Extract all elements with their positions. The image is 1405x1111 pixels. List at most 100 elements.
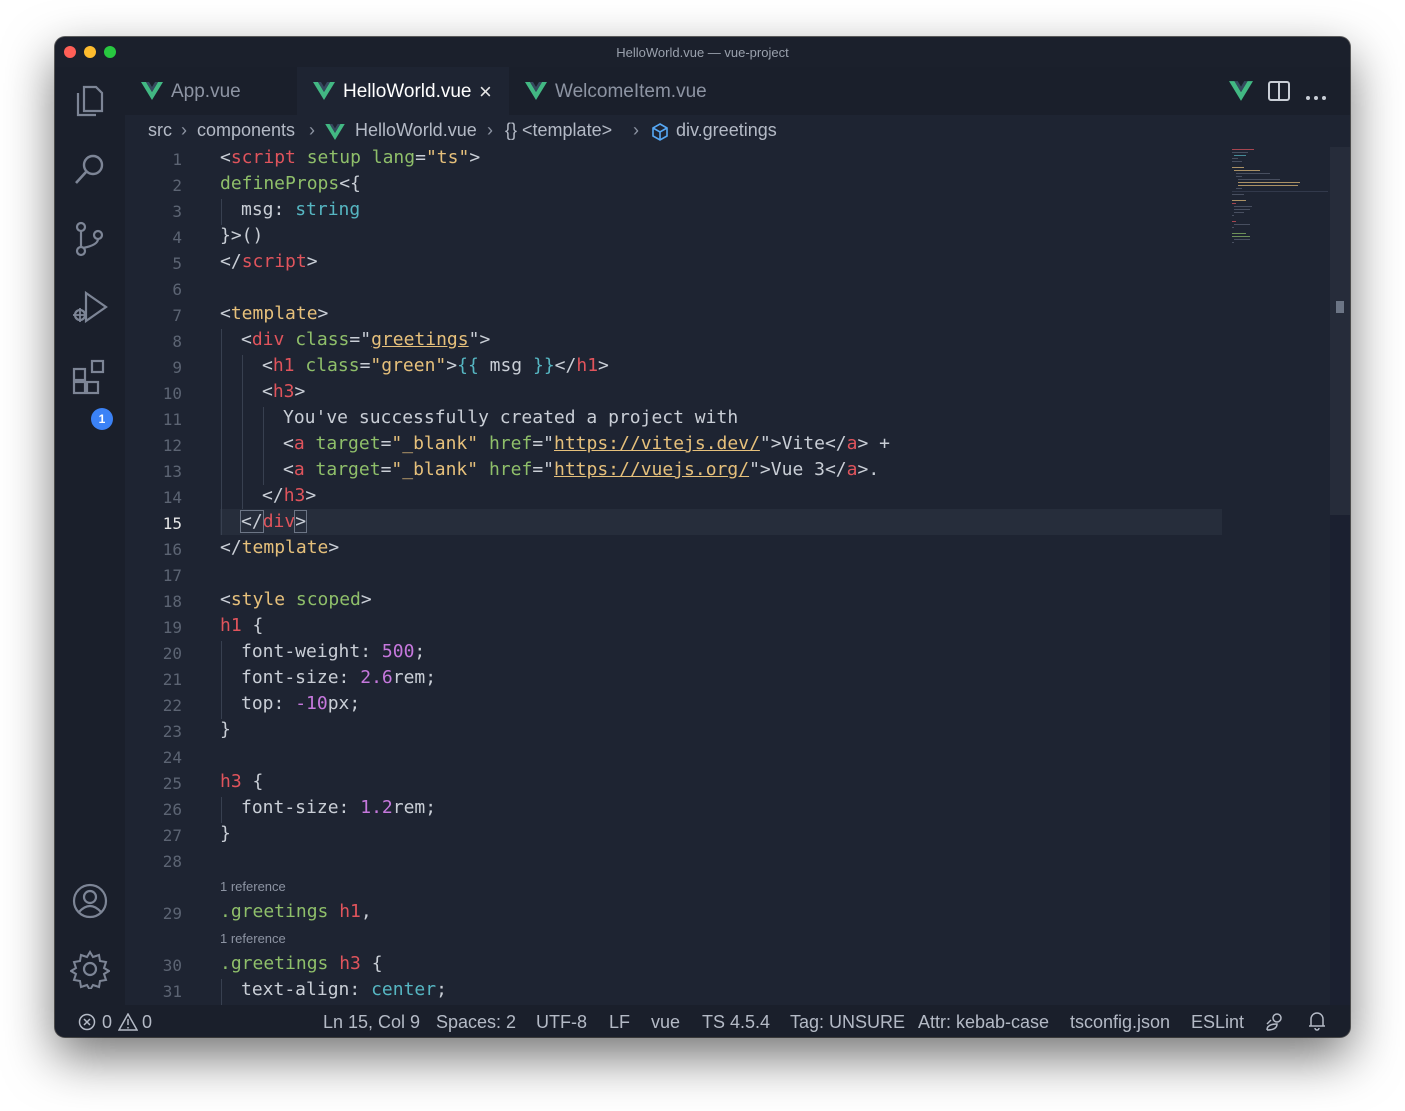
- close-tab-icon[interactable]: ×: [479, 79, 492, 105]
- line-number: 28: [162, 852, 182, 871]
- code-line: <a target="_blank" href="https://vuejs.o…: [283, 459, 880, 480]
- code-line: }>(): [220, 225, 264, 246]
- breadcrumb-separator-icon: ›: [181, 120, 187, 140]
- cursor-position[interactable]: Ln 15, Col 9: [323, 1012, 420, 1033]
- line-number: 27: [162, 826, 182, 845]
- tab-welcomeitem-vue[interactable]: WelcomeItem.vue: [509, 67, 729, 115]
- code-line: <div class="greetings">: [241, 329, 491, 350]
- breadcrumb-file[interactable]: HelloWorld.vue: [355, 120, 477, 141]
- cube-icon: [651, 123, 669, 146]
- code-line: }: [220, 823, 231, 844]
- line-number: 10: [162, 384, 182, 403]
- current-line-highlight: [220, 509, 1222, 535]
- line-number: 30: [162, 956, 182, 975]
- code-line: </h3>: [262, 485, 317, 506]
- tsconfig-link[interactable]: tsconfig.json: [1070, 1012, 1170, 1033]
- more-actions-icon[interactable]: [1305, 88, 1327, 106]
- line-number: 25: [162, 774, 182, 793]
- code-line: font-size: 1.2rem;: [241, 797, 437, 818]
- line-number: 14: [162, 488, 182, 507]
- status-bar: 0 0 Ln 15, Col 9 Spaces: 2 UTF-8 LF vue …: [55, 1005, 1350, 1037]
- breadcrumb-components[interactable]: components: [197, 120, 295, 141]
- end-of-line[interactable]: LF: [609, 1012, 630, 1033]
- scrollbar-cursor-marker: [1336, 301, 1344, 313]
- vue-file-icon: [325, 124, 345, 145]
- line-number: 19: [162, 618, 182, 637]
- vue-file-icon: [141, 82, 163, 105]
- code-line: <a target="_blank" href="https://vitejs.…: [283, 433, 891, 454]
- typescript-version[interactable]: TS 4.5.4: [702, 1012, 770, 1033]
- breadcrumb-separator-icon: ›: [487, 120, 493, 140]
- line-number: 6: [172, 280, 182, 299]
- line-number: 26: [162, 800, 182, 819]
- line-number: 5: [172, 254, 182, 273]
- warning-icon[interactable]: [117, 1012, 139, 1036]
- breadcrumb-separator-icon: ›: [309, 120, 315, 140]
- code-line: font-weight: 500;: [241, 641, 426, 662]
- vue-file-icon: [313, 82, 335, 105]
- explorer-icon[interactable]: [70, 81, 110, 121]
- account-icon[interactable]: [70, 881, 110, 921]
- code-line: <template>: [220, 303, 329, 324]
- code-editor[interactable]: 1 2 3 4 5 6 7 8 9 10 11 12 13 14 15 16 1…: [125, 147, 1255, 1005]
- line-number: 1: [172, 150, 182, 169]
- feedback-icon[interactable]: [1265, 1012, 1285, 1037]
- line-number: 31: [162, 982, 182, 1001]
- settings-gear-icon[interactable]: [69, 949, 111, 992]
- minimap[interactable]: [1228, 147, 1328, 267]
- line-number: 22: [162, 696, 182, 715]
- tab-helloworld-vue[interactable]: HelloWorld.vue ×: [297, 67, 509, 115]
- breadcrumb-element[interactable]: div.greetings: [676, 120, 777, 141]
- code-line: text-align: center;: [241, 979, 447, 1000]
- vue-preview-icon[interactable]: [1229, 81, 1253, 106]
- breadcrumb-separator-icon: ›: [633, 120, 639, 140]
- line-number: 8: [172, 332, 182, 351]
- line-number: 2: [172, 176, 182, 195]
- line-number: 12: [162, 436, 182, 455]
- line-number: 16: [162, 540, 182, 559]
- tag-casing[interactable]: Tag: UNSURE: [790, 1012, 905, 1033]
- window-title: HelloWorld.vue — vue-project: [616, 45, 789, 60]
- current-line-number: 15: [162, 514, 182, 533]
- language-mode[interactable]: vue: [651, 1012, 680, 1033]
- code-line: defineProps<{: [220, 173, 361, 194]
- vue-file-icon: [525, 82, 547, 105]
- tab-label: HelloWorld.vue: [343, 81, 472, 102]
- line-number: 11: [162, 410, 182, 429]
- extensions-badge: 1: [91, 408, 113, 430]
- source-control-icon[interactable]: [70, 219, 110, 259]
- error-icon[interactable]: [78, 1013, 96, 1036]
- breadcrumb-src[interactable]: src: [148, 120, 172, 141]
- code-line: .greetings h3 {: [220, 953, 383, 974]
- warning-count[interactable]: 0: [142, 1012, 152, 1033]
- search-icon[interactable]: [70, 149, 110, 189]
- line-number: 3: [172, 202, 182, 221]
- line-number: 23: [162, 722, 182, 741]
- extensions-icon[interactable]: [70, 357, 110, 397]
- code-line: </script>: [220, 251, 318, 272]
- notifications-bell-icon[interactable]: [1308, 1011, 1326, 1036]
- line-number: 20: [162, 644, 182, 663]
- line-number: 9: [172, 358, 182, 377]
- code-line: font-size: 2.6rem;: [241, 667, 437, 688]
- code-lens-reference[interactable]: 1 reference: [220, 879, 286, 894]
- attr-casing[interactable]: Attr: kebab-case: [918, 1012, 1049, 1033]
- breadcrumb-template[interactable]: {} <template>: [505, 120, 612, 141]
- tab-label: App.vue: [171, 81, 241, 102]
- run-debug-icon[interactable]: [70, 287, 110, 327]
- line-number: 18: [162, 592, 182, 611]
- code-lens-reference[interactable]: 1 reference: [220, 931, 286, 946]
- encoding[interactable]: UTF-8: [536, 1012, 587, 1033]
- line-number: 4: [172, 228, 182, 247]
- error-count[interactable]: 0: [102, 1012, 112, 1033]
- code-line-current: </div>: [240, 510, 308, 533]
- tab-app-vue[interactable]: App.vue: [125, 67, 297, 115]
- line-number: 24: [162, 748, 182, 767]
- split-editor-icon[interactable]: [1268, 81, 1290, 106]
- code-line: }: [220, 719, 231, 740]
- eslint-status[interactable]: ESLint: [1191, 1012, 1244, 1033]
- scrollbar-thumb[interactable]: [1330, 147, 1350, 515]
- code-line: h3 {: [220, 771, 264, 792]
- editor-window: HelloWorld.vue — vue-project 1 App.vue H…: [55, 37, 1350, 1037]
- indentation[interactable]: Spaces: 2: [436, 1012, 516, 1033]
